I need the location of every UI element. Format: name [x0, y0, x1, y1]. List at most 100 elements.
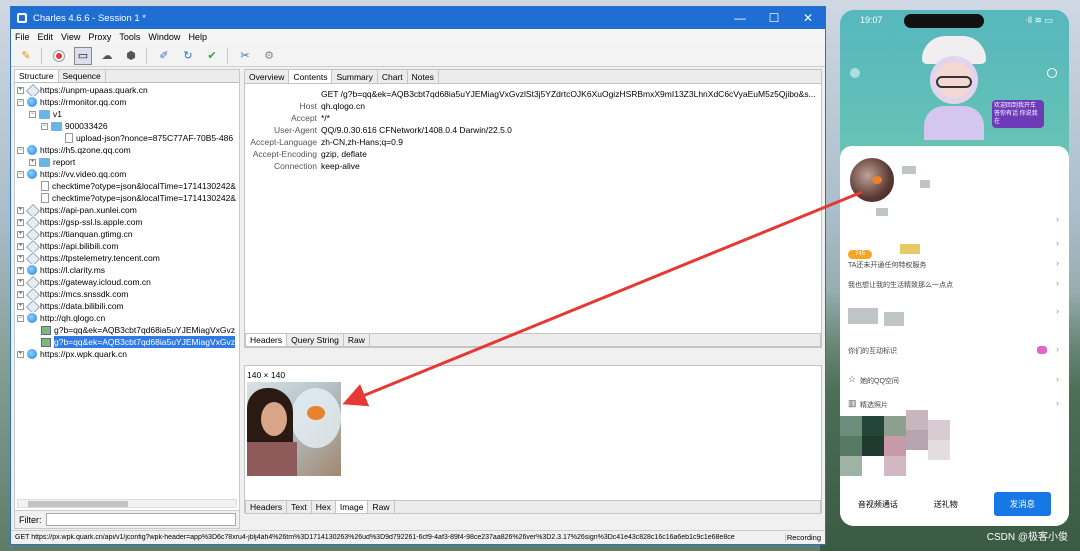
collapse-icon[interactable]: − — [17, 170, 24, 178]
expand-icon[interactable]: + — [17, 242, 24, 250]
back-icon[interactable] — [850, 68, 860, 78]
pen-icon[interactable]: ✐ — [155, 47, 173, 65]
expand-icon[interactable]: + — [29, 158, 36, 166]
menu-window[interactable]: Window — [148, 32, 180, 42]
tree-row[interactable]: checktime?otype=json&localTime=171413024… — [15, 192, 239, 204]
breakpoint-icon[interactable]: ⬢ — [122, 47, 140, 65]
collapse-icon[interactable]: − — [17, 146, 24, 154]
recording-status[interactable]: Recording — [785, 533, 825, 542]
tab-query-string[interactable]: Query String — [287, 334, 344, 346]
chevron-right-icon[interactable]: › — [1056, 214, 1059, 224]
settings-icon[interactable]: ⚙ — [260, 47, 278, 65]
collapse-icon[interactable]: − — [17, 314, 24, 322]
tree-row[interactable]: − https://rmonitor.qq.com — [15, 96, 239, 108]
tree-row[interactable]: + https://api.bilibili.com — [15, 240, 239, 252]
tab-hex[interactable]: Hex — [312, 501, 336, 513]
tab-notes[interactable]: Notes — [408, 70, 439, 83]
chevron-right-icon[interactable]: › — [1056, 374, 1059, 384]
tree-row[interactable]: + https://l.clarity.ms — [15, 264, 239, 276]
throttle-icon[interactable]: ▭ — [74, 46, 92, 65]
tree-row[interactable]: + https://unpm-upaas.quark.cn — [15, 84, 239, 96]
menu-edit[interactable]: Edit — [38, 32, 54, 42]
tree-row[interactable]: + https://tianquan.gtimg.cn — [15, 228, 239, 240]
horizontal-scrollbar[interactable] — [17, 499, 237, 508]
expand-icon[interactable]: + — [17, 254, 24, 262]
scrollbar-thumb[interactable] — [28, 501, 128, 507]
chevron-right-icon[interactable]: › — [1056, 306, 1059, 316]
expand-icon[interactable]: + — [17, 290, 24, 298]
collapse-icon[interactable]: − — [29, 110, 36, 118]
tab-summary[interactable]: Summary — [332, 70, 378, 83]
tab-structure[interactable]: Structure — [15, 70, 59, 82]
check-icon[interactable]: ✔ — [203, 47, 221, 65]
refresh-icon[interactable]: ↻ — [179, 47, 197, 65]
expand-icon[interactable]: + — [17, 350, 24, 358]
menu-proxy[interactable]: Proxy — [88, 32, 111, 42]
tree-row[interactable]: + https://gateway.icloud.com.cn — [15, 276, 239, 288]
blur-tile — [884, 416, 906, 436]
expand-icon[interactable]: + — [17, 302, 24, 310]
tab-response-headers[interactable]: Headers — [246, 501, 288, 513]
tree-row[interactable]: + https://gsp-ssl.ls.apple.com — [15, 216, 239, 228]
tree-row[interactable]: + report — [15, 156, 239, 168]
record-icon[interactable] — [50, 47, 68, 65]
chevron-right-icon[interactable]: › — [1056, 398, 1059, 408]
tree-row[interactable]: upload-json?nonce=875C77AF-70B5-486 — [15, 132, 239, 144]
tree-row[interactable]: g?b=qq&ek=AQB3cbt7qd68ia5uYJEMiagVxGvz — [15, 324, 239, 336]
send-message-button[interactable]: 发消息 — [993, 492, 1052, 516]
star-icon: ☆ — [848, 374, 857, 384]
maximize-button[interactable]: ☐ — [757, 7, 791, 29]
close-button[interactable]: ✕ — [791, 7, 825, 29]
menu-file[interactable]: File — [15, 32, 30, 42]
chevron-right-icon[interactable]: › — [1056, 238, 1059, 248]
expand-icon[interactable]: + — [17, 86, 24, 94]
badge-icons — [900, 244, 920, 254]
filter-input[interactable] — [45, 513, 236, 526]
chevron-right-icon[interactable]: › — [1056, 278, 1059, 288]
tab-sequence[interactable]: Sequence — [59, 70, 106, 82]
tab-chart[interactable]: Chart — [378, 70, 408, 83]
expand-icon[interactable]: + — [17, 230, 24, 238]
expand-icon[interactable]: + — [17, 266, 24, 274]
chevron-right-icon[interactable]: › — [1056, 344, 1059, 354]
menu-help[interactable]: Help — [188, 32, 207, 42]
tools-icon[interactable]: ✂ — [236, 47, 254, 65]
tab-request-raw[interactable]: Raw — [344, 334, 370, 346]
broom-icon[interactable]: ✎ — [17, 47, 35, 65]
menu-view[interactable]: View — [61, 32, 80, 42]
tree-row[interactable]: + https://px.wpk.quark.cn — [15, 348, 239, 360]
chevron-right-icon[interactable]: › — [1056, 258, 1059, 268]
tree-row[interactable]: − http://qh.qlogo.cn — [15, 312, 239, 324]
tree-row[interactable]: + https://mcs.snssdk.com — [15, 288, 239, 300]
blurred-photos — [840, 410, 950, 478]
menu-tools[interactable]: Tools — [119, 32, 140, 42]
settings-icon[interactable] — [1047, 68, 1057, 78]
minimize-button[interactable]: — — [723, 7, 757, 29]
send-gift-button[interactable]: 送礼物 — [934, 499, 958, 510]
tab-text[interactable]: Text — [287, 501, 312, 513]
expand-icon[interactable]: + — [17, 278, 24, 286]
tab-image[interactable]: Image — [335, 501, 369, 513]
turtle-icon[interactable]: ☁ — [98, 47, 116, 65]
avatar-sign: 欢迎回到我开车 答你有话 你说我在 — [992, 100, 1044, 128]
tab-contents[interactable]: Contents — [289, 70, 333, 83]
blur-tile — [884, 436, 906, 456]
tree-row[interactable]: + https://tpstelemetry.tencent.com — [15, 252, 239, 264]
tree-row[interactable]: − https://h5.qzone.qq.com — [15, 144, 239, 156]
request-subtabs: Headers Query String Raw — [245, 333, 821, 347]
tab-overview[interactable]: Overview — [245, 70, 290, 83]
tree-row-selected[interactable]: g?b=qq&ek=AQB3cbt7qd68ia5uYJEMiagVxGvz — [15, 336, 239, 348]
video-call-button[interactable]: 音视频通话 — [858, 499, 898, 510]
tree-row[interactable]: − https://vv.video.qq.com — [15, 168, 239, 180]
tree-row[interactable]: −900033426 — [15, 120, 239, 132]
tree-row[interactable]: + https://api-pan.xunlei.com — [15, 204, 239, 216]
collapse-icon[interactable]: − — [41, 122, 48, 130]
tree-row[interactable]: checktime?otype=json&localTime=171413024… — [15, 180, 239, 192]
tab-request-headers[interactable]: Headers — [246, 334, 288, 346]
tab-response-raw[interactable]: Raw — [368, 501, 395, 513]
expand-icon[interactable]: + — [17, 218, 24, 226]
tree-row[interactable]: + https://data.bilibili.com — [15, 300, 239, 312]
expand-icon[interactable]: + — [17, 206, 24, 214]
tree-row[interactable]: − v1 — [15, 108, 239, 120]
collapse-icon[interactable]: − — [17, 98, 24, 106]
